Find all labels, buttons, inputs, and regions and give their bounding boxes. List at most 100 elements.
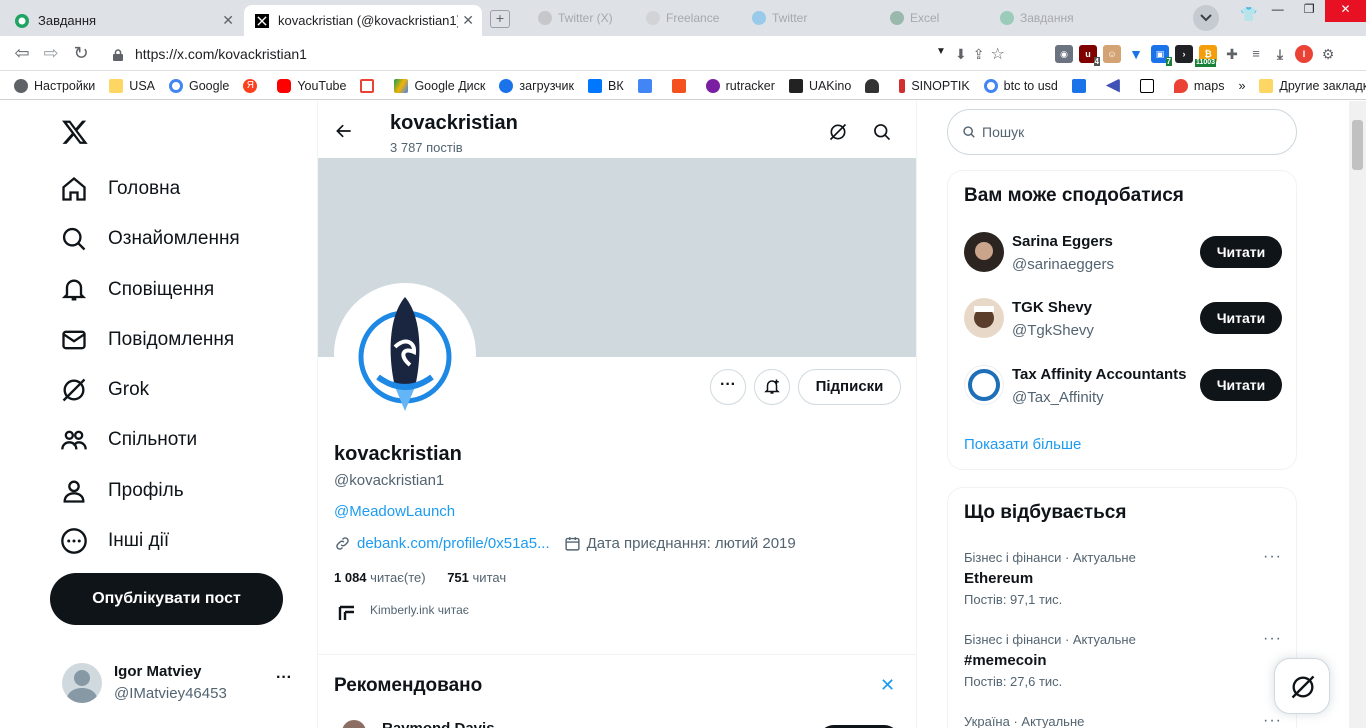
bookmark-star-icon[interactable]: ☆ [990, 44, 1004, 64]
nav-notifications[interactable]: Сповіщення [60, 265, 214, 315]
back-arrow-icon[interactable] [334, 121, 354, 146]
bookmark-gmail[interactable] [360, 78, 380, 93]
downloads-icon[interactable]: ⤓ [1271, 45, 1289, 63]
bookmark-yandex[interactable]: Я [243, 78, 263, 93]
bookmark-usa[interactable]: USA [109, 78, 155, 93]
globe-extension-icon[interactable]: ◉ [1055, 45, 1073, 63]
nav-profile[interactable]: Профіль [60, 466, 184, 516]
browser-tab-x-profile[interactable]: kovackristian (@kovackristian1) / X ✕ [244, 5, 482, 36]
new-tab-button[interactable]: + [490, 10, 510, 28]
search-input[interactable]: Пошук [947, 109, 1297, 155]
trend-item[interactable]: Бізнес і фінанси · Актуальне Ethereum По… [948, 546, 1298, 624]
grok-floating-button[interactable] [1274, 658, 1330, 714]
bookmark-settings[interactable]: Настройки [14, 78, 95, 93]
bookmarks-overflow[interactable]: » [1238, 79, 1245, 93]
ublock-extension-icon[interactable]: u4 [1079, 45, 1100, 66]
bookmark-rutracker[interactable]: rutracker [705, 78, 775, 93]
bookmark-vk[interactable]: ВК [587, 78, 624, 93]
shirt-icon[interactable]: 👕 [1240, 6, 1260, 24]
follow-button[interactable]: Читати [1200, 236, 1282, 268]
following-button[interactable]: Підписки [798, 369, 901, 405]
browser-tab-tasks[interactable]: Завдання ✕ [4, 5, 242, 36]
bookmark-bc[interactable] [1139, 78, 1160, 93]
follow-button[interactable]: Читати [1200, 302, 1282, 334]
close-window-button[interactable]: ✕ [1325, 0, 1366, 22]
browser-profile-avatar[interactable] [1193, 5, 1219, 31]
menu-icon[interactable]: ⚙ [1319, 45, 1337, 63]
page-scrollbar[interactable] [1349, 101, 1366, 728]
notify-bell-button[interactable] [754, 369, 790, 405]
more-actions-button[interactable]: ··· [710, 369, 746, 405]
bookmark-sinoptik[interactable]: SINOPTIK [899, 78, 970, 93]
suggestion-row[interactable]: TGK Shevy @TgkShevy Читати [948, 293, 1298, 353]
blue-extension-icon[interactable]: ▣ 7 [1151, 45, 1172, 66]
maximize-button[interactable]: ❐ [1294, 0, 1326, 22]
recommended-user-name[interactable]: Raymond Davis [382, 720, 495, 728]
trend-more-icon[interactable]: ··· [1263, 712, 1282, 728]
v-extension-icon[interactable]: ▼ [1127, 45, 1145, 63]
profile-avatar[interactable] [334, 283, 476, 425]
faded-tab[interactable]: Twitter (X) [538, 8, 613, 28]
search-icon[interactable] [872, 122, 892, 147]
bookmark-google[interactable]: Google [169, 78, 229, 93]
faded-tab[interactable]: Twitter [752, 8, 807, 28]
bookmark-youtube[interactable]: YouTube [277, 78, 346, 93]
scrollbar-thumb[interactable] [1352, 120, 1363, 170]
trend-more-icon[interactable]: ··· [1263, 548, 1282, 566]
bookmark-other[interactable]: Другие закладки [1259, 78, 1366, 93]
show-more-link[interactable]: Показати більше [964, 436, 1081, 453]
close-tab-icon[interactable]: ✕ [462, 12, 474, 29]
nav-grok[interactable]: Grok [60, 365, 149, 415]
close-tab-icon[interactable]: ✕ [222, 12, 234, 29]
nav-more[interactable]: Інші дії [60, 516, 169, 566]
faded-tab[interactable]: Freelance [646, 8, 719, 28]
bookmark-chess[interactable] [865, 78, 885, 93]
bookmark-drive[interactable]: Google Диск [394, 78, 485, 93]
bookmark-p[interactable] [1071, 78, 1092, 93]
account-switcher[interactable]: Igor Matviey @IMatviey46453 ··· [62, 661, 302, 711]
nav-home[interactable]: Головна [60, 164, 180, 214]
suggestion-row[interactable]: Tax Affinity Accountants @Tax_Affinity Ч… [948, 360, 1298, 420]
followed-by[interactable]: Kimberly.ink читає [338, 599, 469, 621]
follow-button[interactable]: Читати [1200, 369, 1282, 401]
trend-item[interactable]: Україна · Актуальне ··· [948, 710, 1298, 728]
bio-mention-link[interactable]: @MeadowLaunch [334, 503, 455, 520]
publish-post-button[interactable]: Опублікувати пост [50, 573, 283, 625]
nav-explore[interactable]: Ознайомлення [60, 214, 240, 264]
bookmark-maps[interactable]: maps [1173, 78, 1224, 93]
trend-more-icon[interactable]: ··· [1263, 630, 1282, 648]
suggestion-row[interactable]: Sarina Eggers @sarinaeggers Читати [948, 227, 1298, 287]
nav-messages[interactable]: Повідомлення [60, 315, 234, 365]
x-logo-icon[interactable] [61, 118, 89, 151]
bookmark-uakino[interactable]: UAKino [788, 78, 851, 93]
bookmark-arrow[interactable] [1105, 78, 1126, 93]
website-link[interactable]: debank.com/profile/0x51a5... [357, 535, 550, 552]
faded-tab[interactable]: Завдання [1000, 8, 1074, 28]
grok-icon[interactable] [828, 122, 848, 147]
bookmark-f[interactable] [671, 78, 692, 93]
omnibox-dropdown-icon[interactable]: ▼ [936, 46, 946, 57]
reload-icon[interactable]: ↻ [70, 42, 92, 64]
bitcoin-extension-icon[interactable]: ₿ 11003 [1195, 45, 1217, 67]
following-link[interactable]: 1 084 читає(те) [334, 570, 426, 585]
followers-link[interactable]: 751 читач [447, 570, 506, 585]
reading-list-icon[interactable]: ≡ [1247, 45, 1265, 63]
address-bar[interactable]: https://x.com/kovackristian1 [103, 41, 955, 67]
minimize-button[interactable]: — [1262, 0, 1294, 22]
faded-tab[interactable]: Excel [890, 8, 939, 28]
bookmark-btc[interactable]: btc to usd [983, 78, 1058, 93]
bookmark-downloader[interactable]: загрузчик [499, 78, 574, 93]
account-more-icon[interactable]: ··· [276, 669, 292, 687]
trend-item[interactable]: Бізнес і фінанси · Актуальне #memecoin П… [948, 628, 1298, 706]
forward-arrow-icon[interactable]: ⇨ [40, 42, 62, 64]
bookmark-translate[interactable] [637, 78, 658, 93]
terminal-extension-icon[interactable]: › [1175, 45, 1193, 63]
dismiss-recommendations-icon[interactable]: ✕ [880, 675, 895, 696]
share-icon[interactable]: ⇪ [973, 46, 985, 63]
install-app-icon[interactable]: ⬇ [955, 46, 967, 63]
nav-communities[interactable]: Спільноти [60, 415, 197, 465]
back-arrow-icon[interactable]: ⇦ [11, 42, 33, 64]
puzzle-extension-icon[interactable]: ✚ [1223, 45, 1241, 63]
account-avatar[interactable]: I [1295, 45, 1313, 63]
face-extension-icon[interactable]: ☺ [1103, 45, 1121, 63]
